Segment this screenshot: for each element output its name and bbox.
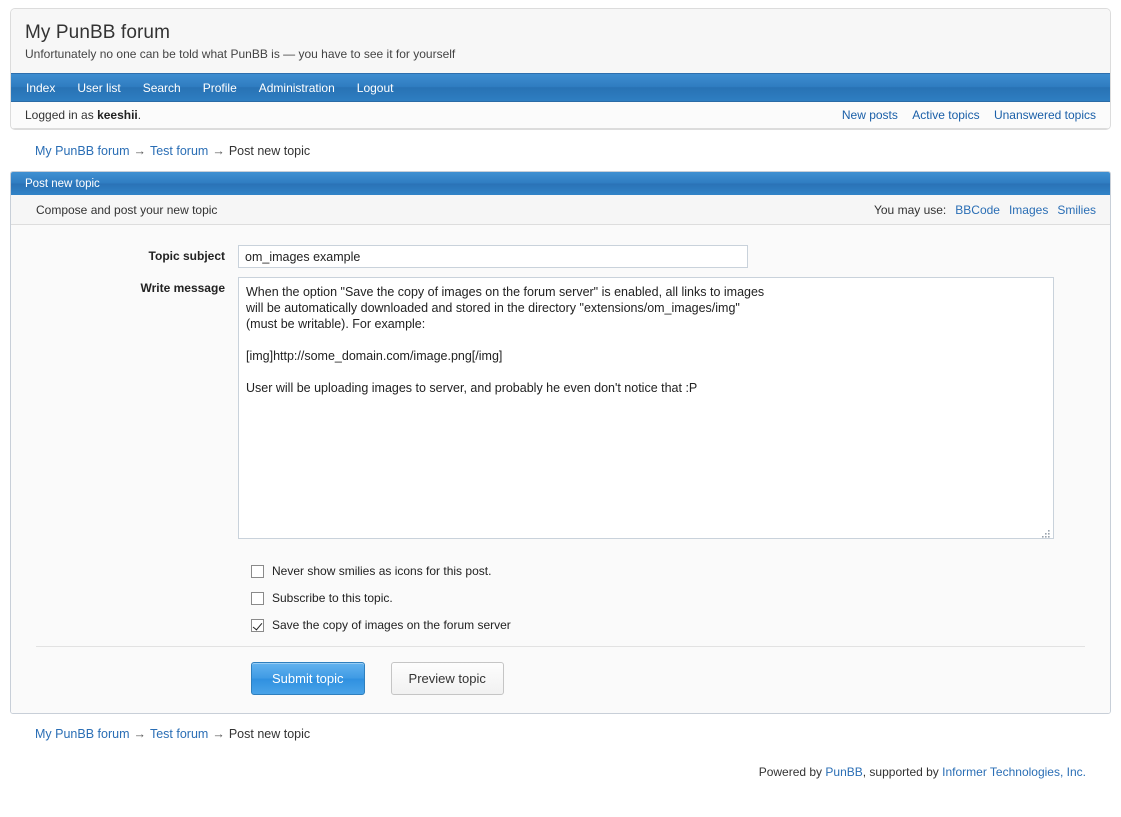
- nav-item-logout[interactable]: Logout: [346, 76, 405, 100]
- write-message-label: Write message: [140, 281, 226, 295]
- breadcrumb-forum[interactable]: Test forum: [150, 144, 208, 158]
- link-unanswered-topics[interactable]: Unanswered topics: [994, 108, 1096, 122]
- logged-in-prefix: Logged in as: [25, 108, 98, 122]
- breadcrumb-footer: My PunBB forum → Test forum → Post new topic: [10, 714, 1111, 741]
- logged-in-status: Logged in as keeshii.: [25, 108, 141, 122]
- topic-subject-row: Topic subject: [11, 245, 1110, 268]
- breadcrumb-separator-icon: →: [212, 144, 225, 158]
- option-label: Save the copy of images on the forum ser…: [272, 618, 511, 632]
- option-label: Never show smilies as icons for this pos…: [272, 564, 492, 578]
- form-actions: Submit topic Preview topic: [11, 647, 1110, 713]
- message-textarea-wrapper: When the option "Save the copy of images…: [238, 277, 1054, 542]
- write-message-textarea[interactable]: When the option "Save the copy of images…: [238, 277, 1054, 539]
- breadcrumb-footer-root[interactable]: My PunBB forum: [35, 727, 129, 741]
- breadcrumb: My PunBB forum → Test forum → Post new topic: [10, 130, 1111, 171]
- breadcrumb-footer-current: Post new topic: [228, 727, 311, 741]
- nav-item-user-list[interactable]: User list: [66, 76, 131, 100]
- status-bar: Logged in as keeshii. New posts Active t…: [11, 102, 1110, 129]
- logged-in-suffix: .: [137, 108, 142, 122]
- may-use-label: You may use:: [873, 202, 947, 217]
- panel-body: Topic subject Write message When the opt…: [11, 225, 1110, 713]
- forum-header-box: My PunBB forum Unfortunately no one can …: [10, 8, 1111, 130]
- checkbox-never-show-smilies[interactable]: [251, 565, 264, 578]
- link-informer-technologies[interactable]: Informer Technologies, Inc.: [942, 765, 1086, 779]
- post-new-topic-panel: Post new topic Compose and post your new…: [10, 171, 1111, 714]
- preview-topic-button[interactable]: Preview topic: [390, 662, 504, 695]
- nav-item-index[interactable]: Index: [15, 76, 66, 100]
- status-links: New posts Active topics Unanswered topic…: [831, 108, 1096, 122]
- nav-item-search[interactable]: Search: [132, 76, 192, 100]
- checkbox-subscribe-topic[interactable]: [251, 592, 264, 605]
- brand-header: My PunBB forum Unfortunately no one can …: [11, 9, 1110, 73]
- username: keeshii: [97, 108, 138, 122]
- link-punbb[interactable]: PunBB: [825, 765, 862, 779]
- panel-subtitle: Compose and post your new topic: [36, 202, 218, 217]
- breadcrumb-separator-icon: →: [212, 727, 225, 741]
- link-new-posts[interactable]: New posts: [842, 108, 898, 122]
- write-message-row: Write message When the option "Save the …: [11, 277, 1110, 542]
- topic-subject-label: Topic subject: [148, 249, 225, 263]
- breadcrumb-separator-icon: →: [133, 727, 146, 741]
- panel-header: Post new topic: [11, 172, 1110, 195]
- powered-by-footer: Powered by PunBB, supported by Informer …: [10, 741, 1111, 779]
- nav-item-administration[interactable]: Administration: [248, 76, 346, 100]
- submit-topic-button[interactable]: Submit topic: [251, 662, 365, 695]
- breadcrumb-current: Post new topic: [228, 144, 311, 158]
- link-smilies[interactable]: Smilies: [1057, 203, 1096, 217]
- link-active-topics[interactable]: Active topics: [912, 108, 979, 122]
- panel-header-title: Post new topic: [25, 177, 100, 190]
- forum-title: My PunBB forum: [25, 22, 171, 43]
- may-use-group: You may use: BBCode Images Smilies: [874, 203, 1096, 217]
- page-root: My PunBB forum Unfortunately no one can …: [0, 0, 1121, 779]
- breadcrumb-separator-icon: →: [133, 144, 146, 158]
- option-never-show-smilies[interactable]: Never show smilies as icons for this pos…: [251, 565, 1110, 578]
- post-options-list: Never show smilies as icons for this pos…: [11, 551, 1110, 632]
- forum-description: Unfortunately no one can be told what Pu…: [25, 47, 456, 61]
- breadcrumb-root[interactable]: My PunBB forum: [35, 144, 129, 158]
- nav-item-profile[interactable]: Profile: [192, 76, 248, 100]
- checkbox-save-images[interactable]: [251, 619, 264, 632]
- option-subscribe-topic[interactable]: Subscribe to this topic.: [251, 592, 1110, 605]
- topic-subject-input[interactable]: [238, 245, 748, 268]
- option-label: Subscribe to this topic.: [272, 591, 393, 605]
- link-bbcode[interactable]: BBCode: [955, 203, 1000, 217]
- main-navigation: Index User list Search Profile Administr…: [11, 73, 1110, 102]
- supported-mid: , supported by: [862, 765, 943, 779]
- panel-subheader: Compose and post your new topic You may …: [11, 195, 1110, 225]
- powered-prefix: Powered by: [758, 765, 826, 779]
- link-images[interactable]: Images: [1009, 203, 1048, 217]
- breadcrumb-footer-forum[interactable]: Test forum: [150, 727, 208, 741]
- option-save-images[interactable]: Save the copy of images on the forum ser…: [251, 619, 1110, 632]
